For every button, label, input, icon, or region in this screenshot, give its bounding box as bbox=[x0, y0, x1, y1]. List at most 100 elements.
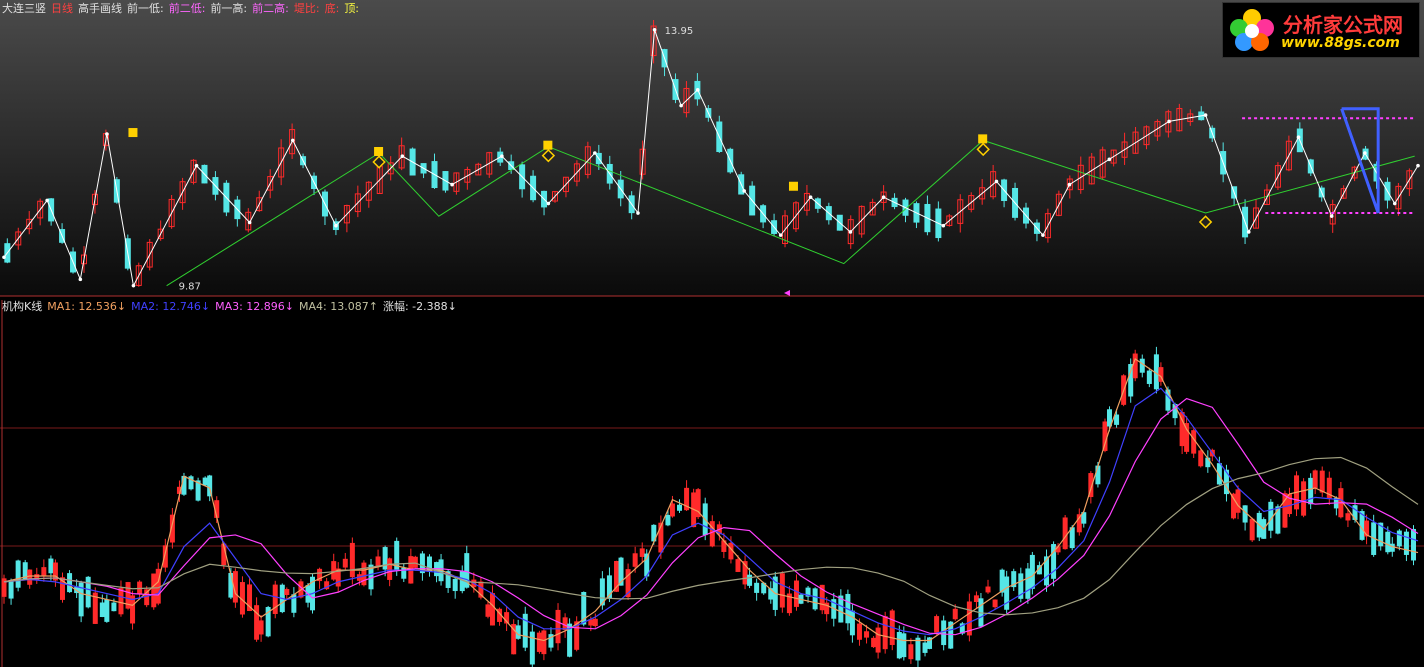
zigzag-pivot-dot bbox=[593, 151, 597, 155]
bottom-diamond-icon bbox=[1198, 215, 1213, 229]
lower-candle bbox=[934, 616, 940, 633]
upper-header-item-5: 前一高: bbox=[210, 2, 248, 15]
zigzag-pivot-dot bbox=[194, 163, 199, 168]
logo-url: www.88gs.com bbox=[1281, 35, 1400, 51]
lower-candle bbox=[639, 548, 645, 557]
upper-header-item-4: 前二低: bbox=[168, 2, 206, 15]
lower-candle bbox=[118, 588, 124, 615]
lower-header-item-3: MA3: 12.896↓ bbox=[215, 300, 295, 313]
lower-header-item-0: 机构K线 bbox=[2, 300, 43, 313]
zigzag-pivot-dot bbox=[131, 283, 136, 288]
upper-header-item-0: 大连三竖 bbox=[2, 2, 46, 15]
lower-candle bbox=[375, 556, 381, 567]
lower-candle bbox=[952, 608, 958, 620]
flower-logo-icon bbox=[1230, 9, 1274, 51]
lower-candle bbox=[331, 561, 337, 580]
lower-candle bbox=[754, 582, 760, 593]
lower-candle bbox=[412, 556, 418, 568]
lower-candle bbox=[254, 605, 260, 640]
lower-candle bbox=[677, 504, 683, 511]
lower-candle bbox=[1403, 531, 1409, 555]
lower-candle bbox=[27, 569, 33, 585]
zigzag-pivot-dot bbox=[679, 103, 683, 108]
lower-candle bbox=[1062, 517, 1068, 550]
lower-candle bbox=[162, 545, 168, 568]
lower-candle bbox=[779, 573, 785, 608]
lower-candle bbox=[99, 602, 105, 617]
zigzag-pivot-dot bbox=[290, 138, 295, 143]
lower-candle bbox=[1198, 450, 1204, 467]
lower-candle bbox=[992, 599, 998, 608]
zigzag-pivot-dot bbox=[1107, 157, 1112, 162]
lower-candle bbox=[856, 623, 862, 640]
zigzag-pivot-dot bbox=[994, 179, 999, 184]
lower-candle bbox=[1389, 543, 1395, 552]
lower-candle bbox=[1301, 481, 1307, 516]
lower-candle bbox=[1319, 470, 1325, 493]
zigzag-pivot-dot bbox=[247, 220, 252, 225]
zigzag-pivot-dot bbox=[546, 201, 551, 206]
lower-candle bbox=[8, 580, 14, 599]
lower-candle bbox=[922, 642, 928, 653]
upper-header-item-7: 堤比: bbox=[293, 2, 320, 15]
lower-candle bbox=[1235, 489, 1241, 513]
lower-candle bbox=[272, 584, 278, 614]
zigzag-pivot-dot bbox=[1296, 135, 1301, 140]
site-logo: 分析家公式网 www.88gs.com bbox=[1222, 2, 1420, 58]
white-zigzag-line bbox=[3, 29, 1419, 288]
lower-candle bbox=[555, 609, 561, 644]
lower-candle bbox=[632, 553, 638, 567]
lower-candle bbox=[1029, 554, 1035, 589]
zigzag-pivot-dot bbox=[1203, 113, 1208, 117]
zigzag-pivot-dot bbox=[1246, 230, 1251, 234]
lower-candle bbox=[1385, 531, 1391, 553]
lower-candle bbox=[258, 620, 264, 635]
lower-candle bbox=[67, 573, 73, 593]
lower-candle bbox=[1352, 505, 1358, 520]
lower-candle bbox=[349, 542, 355, 578]
lower-candle bbox=[1249, 518, 1255, 541]
lower-candle bbox=[793, 580, 799, 607]
upper-header-item-3: 前一低: bbox=[127, 2, 164, 15]
lower-candle bbox=[111, 602, 117, 612]
ma1-line bbox=[3, 358, 1419, 642]
lower-candle bbox=[1025, 568, 1031, 599]
zigzag-pivot-dot bbox=[105, 132, 109, 136]
upper-header-item-9: 顶: bbox=[344, 2, 360, 15]
lower-candle bbox=[864, 631, 870, 638]
lower-candle bbox=[849, 610, 855, 636]
lower-candle bbox=[202, 477, 208, 486]
upper-header-item-1: 日线 bbox=[51, 2, 73, 15]
lower-candle bbox=[342, 558, 348, 568]
zigzag-pivot-dot bbox=[1416, 163, 1420, 168]
lower-candle bbox=[915, 637, 921, 661]
lower-candle bbox=[1095, 465, 1101, 485]
lower-candle bbox=[747, 574, 753, 586]
zigzag-pivot-dot bbox=[636, 211, 640, 215]
lower-candle bbox=[882, 616, 888, 650]
lower-header-item-4: MA4: 13.087↑ bbox=[299, 300, 378, 313]
zigzag-pivot-dot bbox=[45, 198, 49, 203]
lower-candle bbox=[665, 514, 671, 526]
lower-candle bbox=[985, 586, 991, 593]
lower-candle bbox=[541, 630, 547, 655]
zigzag-pivot-dot bbox=[941, 223, 946, 228]
zigzag-pivot-dot bbox=[334, 223, 338, 228]
lower-candle bbox=[1004, 576, 1010, 610]
chart-canvas[interactable]: 13.95 9.87 bbox=[0, 0, 1424, 667]
lower-candle bbox=[1184, 423, 1190, 452]
lower-candle bbox=[592, 618, 598, 627]
lower-candle bbox=[1345, 513, 1351, 521]
lower-candle bbox=[1128, 364, 1134, 397]
logo-title: 分析家公式网 bbox=[1283, 13, 1403, 37]
lower-candle bbox=[1308, 477, 1314, 505]
blue-drawing-line bbox=[1340, 107, 1380, 214]
top-flag-icon bbox=[128, 128, 138, 138]
lower-candle bbox=[536, 632, 542, 652]
lower-candle bbox=[896, 631, 902, 659]
zigzag-pivot-dot bbox=[848, 230, 853, 234]
zigzag-pivot-dot bbox=[400, 154, 405, 158]
panel-marker-icon bbox=[784, 290, 790, 296]
zigzag-pivot-dot bbox=[450, 182, 454, 187]
zigzag-pivot-dot bbox=[1363, 151, 1367, 155]
